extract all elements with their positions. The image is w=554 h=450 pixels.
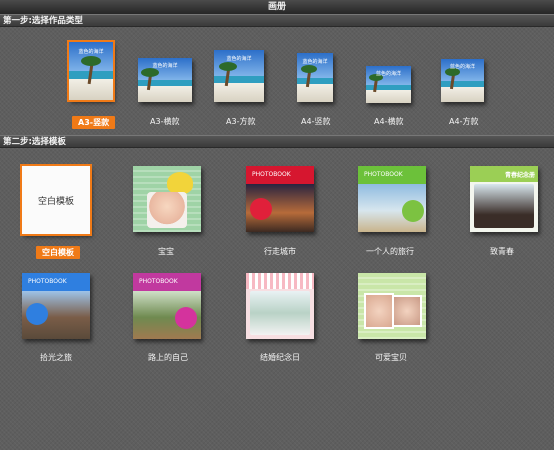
- template-label-solo-travel[interactable]: 一个人的旅行: [366, 246, 414, 257]
- format-a3-landscape-cover[interactable]: 蓝色的海洋: [138, 58, 192, 102]
- template-self-on-road-cover[interactable]: PHOTOBOOK: [133, 273, 201, 339]
- palm-leaves-icon: [301, 65, 317, 73]
- template-label-blank[interactable]: 空白模板: [36, 246, 80, 259]
- template-blank-cover[interactable]: 空白模板: [20, 164, 92, 236]
- template-youth-cover[interactable]: 青春纪念册: [470, 166, 538, 232]
- red-circle: [250, 198, 272, 220]
- cover-sand: [69, 79, 113, 100]
- format-label-a3-square[interactable]: A3-方款: [226, 116, 255, 127]
- cover-sea: [214, 76, 264, 84]
- cute-baby-photo-1: [364, 293, 394, 329]
- wedding-photo: [250, 291, 310, 335]
- format-label-a3-portrait[interactable]: A3-竖款: [72, 116, 116, 129]
- magenta-circle: [175, 307, 197, 329]
- format-a3-square-cover[interactable]: 蓝色的海洋: [214, 50, 264, 102]
- template-label-baby[interactable]: 宝宝: [158, 246, 174, 257]
- cute-baby-photo-2: [392, 295, 422, 327]
- template-city-cover[interactable]: PHOTOBOOK: [246, 166, 314, 232]
- cover-sea: [297, 77, 333, 85]
- cover-stripes: [246, 273, 314, 289]
- template-baby-cover[interactable]: [133, 166, 201, 232]
- palm-leaves-icon: [219, 62, 237, 71]
- youth-cover-text: 青春纪念册: [504, 172, 535, 179]
- format-label-a4-portrait[interactable]: A4-竖款: [301, 116, 330, 127]
- template-label-time-travel[interactable]: 拾光之旅: [40, 352, 72, 363]
- cover-title: 蓝色的海洋: [449, 64, 475, 71]
- template-time-travel-cover[interactable]: PHOTOBOOK: [22, 273, 90, 339]
- green-circle: [402, 200, 424, 222]
- cover-title: 蓝色的海洋: [78, 48, 104, 55]
- blank-template-text: 空白模板: [37, 197, 74, 207]
- template-label-self-on-road[interactable]: 路上的自己: [148, 352, 188, 363]
- step1-header: 第一步:选择作品类型: [0, 14, 554, 27]
- template-label-cute-baby[interactable]: 可爱宝贝: [375, 352, 407, 363]
- format-a4-landscape-cover[interactable]: 蓝色的海洋: [366, 66, 411, 103]
- baby-photo: [147, 192, 187, 228]
- cover-sand: [297, 84, 333, 102]
- graduates-photo: [474, 184, 534, 228]
- blue-circle: [26, 303, 48, 325]
- template-label-wedding[interactable]: 结婚纪念日: [260, 352, 300, 363]
- cover-title: 蓝色的海洋: [302, 58, 328, 65]
- cover-title: 蓝色的海洋: [226, 56, 252, 63]
- template-solo-travel-cover[interactable]: PHOTOBOOK: [358, 166, 426, 232]
- template-label-youth[interactable]: 致青春: [490, 246, 514, 257]
- photobook-title: PHOTOBOOK: [252, 171, 291, 178]
- format-label-a3-landscape[interactable]: A3-横款: [150, 116, 179, 127]
- format-a4-portrait-cover[interactable]: 蓝色的海洋: [297, 53, 333, 102]
- cover-title: 蓝色的海洋: [375, 70, 401, 77]
- format-label-a4-square[interactable]: A4-方款: [449, 116, 478, 127]
- cover-sand: [441, 86, 484, 102]
- template-label-city[interactable]: 行走城市: [264, 246, 296, 257]
- cover-title: 蓝色的海洋: [152, 63, 178, 70]
- photobook-title: PHOTOBOOK: [364, 171, 403, 178]
- palm-leaves-icon: [81, 56, 101, 66]
- template-cute-baby-cover[interactable]: [358, 273, 426, 339]
- cover-sand: [214, 83, 264, 102]
- template-wedding-cover[interactable]: [246, 273, 314, 339]
- photobook-title: PHOTOBOOK: [139, 278, 178, 285]
- format-label-a4-landscape[interactable]: A4-横款: [374, 116, 403, 127]
- photobook-title: PHOTOBOOK: [28, 278, 67, 285]
- format-a3-portrait-cover[interactable]: 蓝色的海洋: [67, 40, 115, 102]
- step2-header: 第二步:选择模板: [0, 135, 554, 148]
- heart-icon: [167, 172, 193, 194]
- format-a4-square-cover[interactable]: 蓝色的海洋: [441, 59, 484, 102]
